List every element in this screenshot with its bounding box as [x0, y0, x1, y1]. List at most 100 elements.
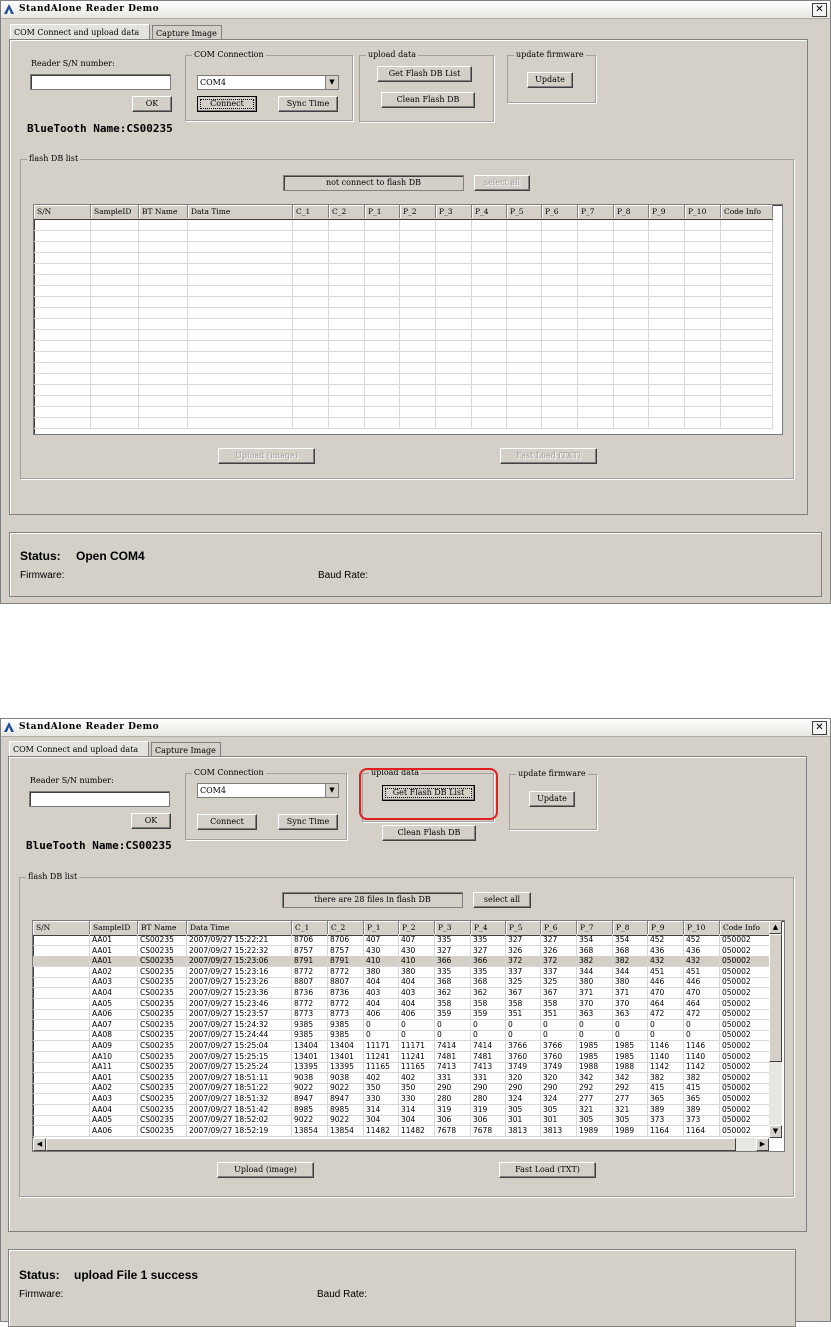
column-header[interactable]: P_1 [364, 921, 399, 934]
clean-flash-db-button[interactable]: Clean Flash DB [382, 825, 476, 841]
column-header[interactable]: BT Name [138, 921, 187, 934]
column-header[interactable]: P_7 [577, 921, 613, 934]
title-bar[interactable]: StandAlone Reader Demo ✕ [1, 719, 830, 737]
table-cell [436, 385, 472, 396]
connect-button[interactable]: Connect [197, 814, 257, 830]
scroll-right-icon[interactable]: ▶ [756, 1138, 769, 1151]
column-header[interactable]: P_4 [471, 921, 506, 934]
table-row[interactable]: AA07 CS00235 2007/09/27 15:24:32 9385 9385 0 0… [33, 1019, 772, 1031]
column-header[interactable]: P_3 [435, 921, 471, 934]
column-header[interactable]: P_9 [649, 205, 685, 218]
upload-image-button[interactable]: Upload (image) [217, 1162, 314, 1178]
table-row[interactable]: AA09 CS00235 2007/09/27 15:25:04 13404 13404… [33, 1041, 772, 1052]
ok-button[interactable]: OK [131, 813, 171, 829]
scroll-down-icon[interactable]: ▼ [769, 1125, 782, 1138]
ok-button[interactable]: OK [132, 96, 172, 112]
table-row[interactable]: AA03 CS00235 2007/09/27 15:23:26 8807 8807 40… [33, 977, 772, 989]
table-row[interactable]: AA04 CS00235 2007/09/27 18:51:42 8985 8985 31… [33, 1104, 772, 1116]
column-header[interactable]: P_6 [541, 921, 577, 934]
column-header[interactable]: P_6 [542, 205, 578, 218]
chevron-down-icon[interactable]: ▼ [325, 76, 338, 89]
table-row[interactable]: AA05 CS00235 2007/09/27 18:52:02 9022 9022 30… [33, 1115, 772, 1127]
select-all-button[interactable]: select all [473, 892, 531, 908]
flash-db-table[interactable]: S/N SampleID BT Name Data Time C_1 C_2 P_1 P_2 P… [33, 204, 783, 435]
column-header[interactable]: P_7 [578, 205, 614, 218]
com-port-select[interactable]: COM4 ▼ [197, 783, 339, 798]
column-header[interactable]: P_2 [399, 921, 435, 934]
column-header[interactable]: P_8 [614, 205, 649, 218]
column-header[interactable]: BT Name [139, 205, 188, 218]
horizontal-scrollbar[interactable]: ◀ ▶ [33, 1138, 769, 1151]
sync-time-button[interactable]: Sync Time [278, 814, 338, 830]
column-header[interactable]: C_1 [292, 921, 328, 934]
update-button[interactable]: Update [527, 72, 573, 88]
table-row[interactable]: AA01 CS00235 2007/09/27 18:51:11 9038 9038 40… [33, 1072, 772, 1084]
column-header[interactable]: S/N [34, 205, 91, 218]
update-button[interactable]: Update [529, 791, 575, 807]
table-row[interactable]: AA01 CS00235 2007/09/27 15:23:06 8791 8791 41… [33, 956, 772, 968]
table-row[interactable]: AA06 CS00235 2007/09/27 15:23:57 8773 8773 40… [33, 1009, 772, 1021]
column-header[interactable]: P_9 [648, 921, 684, 934]
column-header[interactable]: C_2 [328, 921, 364, 934]
tab-com-connect[interactable]: COM Connect and upload data [9, 741, 149, 756]
table-row[interactable]: AA02 CS00235 2007/09/27 15:23:16 8772 8772 38… [33, 966, 772, 978]
table-cell [685, 231, 721, 242]
title-bar[interactable]: StandAlone Reader Demo ✕ [1, 1, 830, 19]
reader-sn-input[interactable] [30, 74, 171, 90]
table-cell: 7414 [471, 1041, 506, 1052]
column-header[interactable]: C_1 [293, 205, 329, 218]
column-header[interactable]: Data Time [188, 205, 293, 218]
column-header[interactable]: P_5 [506, 921, 541, 934]
sync-time-button[interactable]: Sync Time [278, 96, 338, 112]
flash-db-table[interactable]: S/N SampleID BT Name Data Time C_1 C_2 P_1 P_2 P… [32, 920, 785, 1152]
column-header[interactable]: C_2 [329, 205, 365, 218]
connect-button[interactable]: Connect [197, 96, 257, 112]
column-header[interactable]: P_4 [472, 205, 507, 218]
column-header[interactable]: SampleID [90, 921, 138, 934]
com-port-select[interactable]: COM4 ▼ [197, 75, 339, 90]
table-cell [139, 220, 188, 231]
column-header[interactable]: P_10 [685, 205, 721, 218]
table-cell [293, 264, 329, 275]
reader-sn-input[interactable] [29, 791, 170, 807]
column-header[interactable]: SampleID [91, 205, 139, 218]
close-icon[interactable]: ✕ [812, 721, 827, 735]
close-icon[interactable]: ✕ [812, 3, 827, 17]
tab-com-connect[interactable]: COM Connect and upload data [10, 24, 150, 39]
h-scroll-thumb[interactable] [46, 1138, 736, 1151]
chevron-down-icon[interactable]: ▼ [325, 784, 338, 797]
fast-load-button[interactable]: Fast Load (TXT) [500, 448, 597, 464]
column-header[interactable]: P_8 [613, 921, 648, 934]
tab-capture-image[interactable]: Capture Image [152, 25, 222, 40]
table-row[interactable]: AA06 CS00235 2007/09/27 18:52:19 13854 13854… [33, 1125, 772, 1137]
column-header[interactable]: Code Info [721, 205, 773, 218]
scroll-up-icon[interactable]: ▲ [769, 921, 782, 934]
scroll-thumb[interactable] [769, 934, 782, 1062]
column-header[interactable]: P_1 [365, 205, 400, 218]
scroll-left-icon[interactable]: ◀ [33, 1138, 46, 1151]
table-row[interactable]: AA11 CS00235 2007/09/27 15:25:24 13395 13395… [33, 1062, 772, 1074]
column-header[interactable]: Code Info [720, 921, 772, 934]
column-header[interactable]: P_5 [507, 205, 542, 218]
get-flash-db-list-button[interactable]: Get Flash DB List [377, 66, 472, 82]
table-row[interactable]: AA01 CS00235 2007/09/27 15:22:32 8757 8757 43… [33, 945, 772, 957]
tab-capture-image[interactable]: Capture Image [151, 742, 221, 757]
table-row[interactable]: AA01 CS00235 2007/09/27 15:22:21 8706 8706 40… [33, 935, 772, 946]
column-header[interactable]: P_2 [400, 205, 436, 218]
table-row[interactable]: AA08 CS00235 2007/09/27 15:24:44 9385 9385 0 0… [33, 1030, 772, 1042]
select-all-button[interactable]: select all [474, 175, 530, 191]
upload-image-button[interactable]: Upload (image) [218, 448, 315, 464]
fast-load-button[interactable]: Fast Load (TXT) [499, 1162, 596, 1178]
table-row[interactable]: AA10 CS00235 2007/09/27 15:25:15 13401 13401… [33, 1051, 772, 1063]
table-row[interactable]: AA03 CS00235 2007/09/27 18:51:32 8947 8947 33… [33, 1094, 772, 1105]
column-header[interactable]: P_10 [684, 921, 720, 934]
table-cell [507, 341, 542, 352]
table-row[interactable]: AA05 CS00235 2007/09/27 15:23:46 8772 8772 40… [33, 998, 772, 1010]
vertical-scrollbar[interactable]: ▲ ▼ [769, 921, 782, 1138]
table-row[interactable]: AA04 CS00235 2007/09/27 15:23:36 8736 8736 40… [33, 988, 772, 999]
clean-flash-db-button[interactable]: Clean Flash DB [381, 92, 475, 108]
column-header[interactable]: S/N [33, 921, 90, 934]
table-row[interactable]: AA02 CS00235 2007/09/27 18:51:22 9022 9022 35… [33, 1083, 772, 1095]
column-header[interactable]: Data Time [187, 921, 292, 934]
column-header[interactable]: P_3 [436, 205, 472, 218]
